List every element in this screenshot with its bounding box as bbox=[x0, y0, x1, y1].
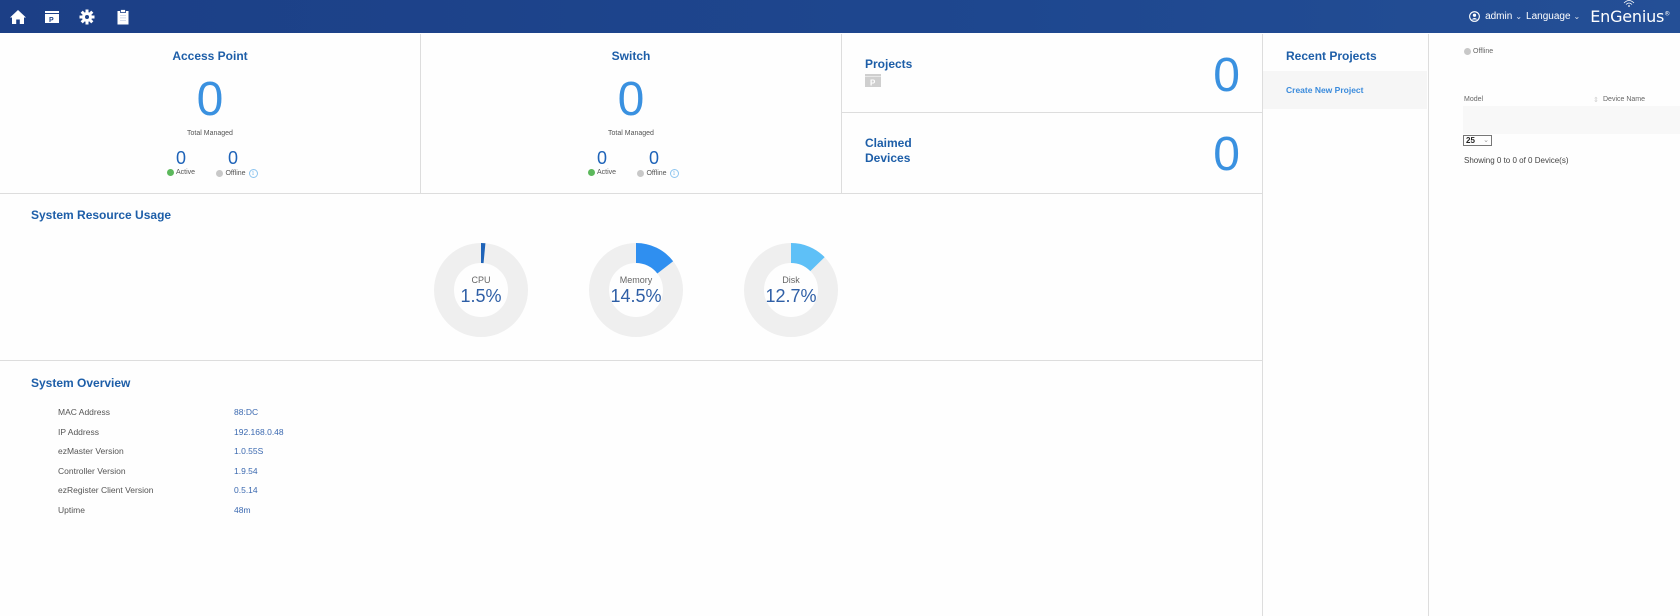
title-line: Claimed bbox=[865, 136, 912, 150]
projects-title: Projects bbox=[865, 57, 913, 71]
overview-value: 1.9.54 bbox=[234, 465, 258, 476]
chevron-down-icon: ⌄ bbox=[1515, 12, 1523, 21]
home-icon[interactable] bbox=[9, 8, 27, 26]
overview-value: 88:DC bbox=[234, 407, 259, 417]
active-label: Active bbox=[175, 169, 196, 176]
overview-key: Controller Version bbox=[58, 465, 126, 476]
svg-text:P: P bbox=[870, 79, 876, 88]
recent-projects-title: Recent Projects bbox=[1286, 49, 1377, 63]
offline-status-dot bbox=[637, 170, 645, 177]
title-line: Devices bbox=[865, 151, 911, 165]
offline-count: 0 bbox=[227, 148, 238, 168]
table-body-empty bbox=[1463, 106, 1680, 134]
active-stat: 0 Active bbox=[160, 149, 202, 176]
gauge-disk: Disk 12.7% bbox=[744, 243, 844, 343]
gauge-label: CPU bbox=[471, 275, 491, 285]
showing-count-text: Showing 0 to 0 of 0 Device(s) bbox=[1464, 156, 1569, 165]
tile-title: Switch bbox=[611, 49, 651, 63]
engenius-logo: EnGenius® bbox=[1590, 0, 1670, 26]
overview-key: ezMaster Version bbox=[58, 446, 124, 456]
gauge-label: Disk bbox=[782, 275, 800, 285]
language-menu[interactable]: Language ⌄ bbox=[1526, 11, 1580, 22]
total-managed-count: 0 bbox=[617, 73, 645, 126]
offline-stat: 0 Offline i bbox=[212, 149, 262, 178]
top-navigation-bar: P admin ⌄ Language ⌄ EnGenius® bbox=[0, 0, 1680, 33]
user-menu[interactable]: admin ⌄ bbox=[1485, 11, 1522, 22]
logo-mark: ® bbox=[1664, 10, 1670, 18]
info-icon[interactable]: i bbox=[669, 169, 679, 178]
total-managed-label: Total Managed bbox=[608, 130, 654, 137]
offline-legend: Offline bbox=[1464, 48, 1493, 55]
gauge-value: 1.5% bbox=[460, 286, 502, 306]
offline-status-dot bbox=[1464, 48, 1471, 55]
column-header-model[interactable]: Model bbox=[1464, 96, 1483, 103]
divider bbox=[1262, 34, 1263, 616]
overview-value: 192.168.0.48 bbox=[234, 426, 284, 437]
gear-icon[interactable] bbox=[78, 8, 96, 26]
column-header-device-name[interactable]: Device Name bbox=[1603, 96, 1645, 103]
projects-stat[interactable]: Projects P 0 bbox=[842, 34, 1262, 112]
access-point-tile[interactable]: Access Point 0 Total Managed 0 Active 0 … bbox=[0, 34, 420, 193]
system-overview-title: System Overview bbox=[31, 376, 131, 390]
offline-stat: 0 Offline i bbox=[633, 149, 683, 178]
divider bbox=[0, 360, 1262, 361]
page-size-select[interactable]: 25 ⌄ bbox=[1463, 135, 1492, 146]
active-count: 0 bbox=[596, 148, 607, 168]
chevron-down-icon: ⌄ bbox=[1483, 137, 1489, 144]
active-count: 0 bbox=[175, 148, 186, 168]
info-icon[interactable]: i bbox=[248, 169, 258, 178]
gauge-label: Memory bbox=[619, 275, 653, 285]
device-list-panel: Offline Model ⇕ Device Name 25 ⌄ Showing… bbox=[1429, 34, 1680, 616]
offline-count: 0 bbox=[648, 148, 659, 168]
overview-value: 0.5.14 bbox=[234, 485, 258, 495]
offline-label: Offline bbox=[646, 170, 667, 177]
create-project-row[interactable]: Create New Project bbox=[1263, 71, 1427, 109]
offline-label: Offline bbox=[225, 170, 246, 177]
tile-title: Access Point bbox=[172, 49, 248, 63]
sort-icon[interactable]: ⇕ bbox=[1593, 96, 1599, 104]
svg-text:P: P bbox=[49, 17, 54, 24]
create-new-project-link[interactable]: Create New Project bbox=[1286, 85, 1363, 95]
project-folder-icon[interactable]: P bbox=[43, 8, 61, 26]
active-status-dot bbox=[587, 169, 595, 176]
active-status-dot bbox=[166, 169, 174, 176]
active-stat: 0 Active bbox=[581, 149, 623, 176]
gauge-value: 12.7% bbox=[765, 286, 817, 306]
switch-tile[interactable]: Switch 0 Total Managed 0 Active 0 Offlin… bbox=[421, 34, 841, 193]
project-folder-icon: P bbox=[865, 74, 881, 87]
claimed-devices-stat[interactable]: Claimed Devices 0 bbox=[842, 113, 1262, 193]
claimed-devices-count: 0 bbox=[1213, 128, 1240, 181]
chevron-down-icon: ⌄ bbox=[1573, 12, 1581, 21]
overview-value: 1.0.55S bbox=[234, 446, 264, 456]
total-managed-count: 0 bbox=[196, 73, 224, 126]
divider bbox=[0, 193, 1262, 194]
user-name: admin bbox=[1485, 11, 1513, 22]
logo-text: EnGenius bbox=[1590, 7, 1665, 26]
wifi-icon bbox=[1623, 0, 1635, 7]
overview-key: MAC Address bbox=[58, 407, 110, 417]
claimed-devices-title: Claimed Devices bbox=[865, 136, 912, 166]
page-size-value: 25 bbox=[1466, 136, 1475, 145]
active-label: Active bbox=[596, 169, 617, 176]
total-managed-label: Total Managed bbox=[187, 130, 233, 137]
overview-key: ezRegister Client Version bbox=[58, 485, 154, 495]
offline-status-dot bbox=[216, 170, 224, 177]
projects-count: 0 bbox=[1213, 49, 1240, 102]
system-resource-title: System Resource Usage bbox=[31, 208, 172, 222]
gauge-cpu: CPU 1.5% bbox=[434, 243, 534, 343]
clipboard-icon[interactable] bbox=[114, 8, 132, 26]
offline-legend-label: Offline bbox=[1473, 48, 1494, 55]
overview-key: Uptime bbox=[58, 504, 85, 515]
overview-key: IP Address bbox=[58, 426, 99, 437]
user-icon bbox=[1469, 11, 1480, 22]
language-label: Language bbox=[1526, 11, 1571, 22]
gauge-value: 14.5% bbox=[610, 286, 662, 306]
overview-value: 48m bbox=[234, 504, 251, 515]
gauge-memory: Memory 14.5% bbox=[589, 243, 689, 343]
